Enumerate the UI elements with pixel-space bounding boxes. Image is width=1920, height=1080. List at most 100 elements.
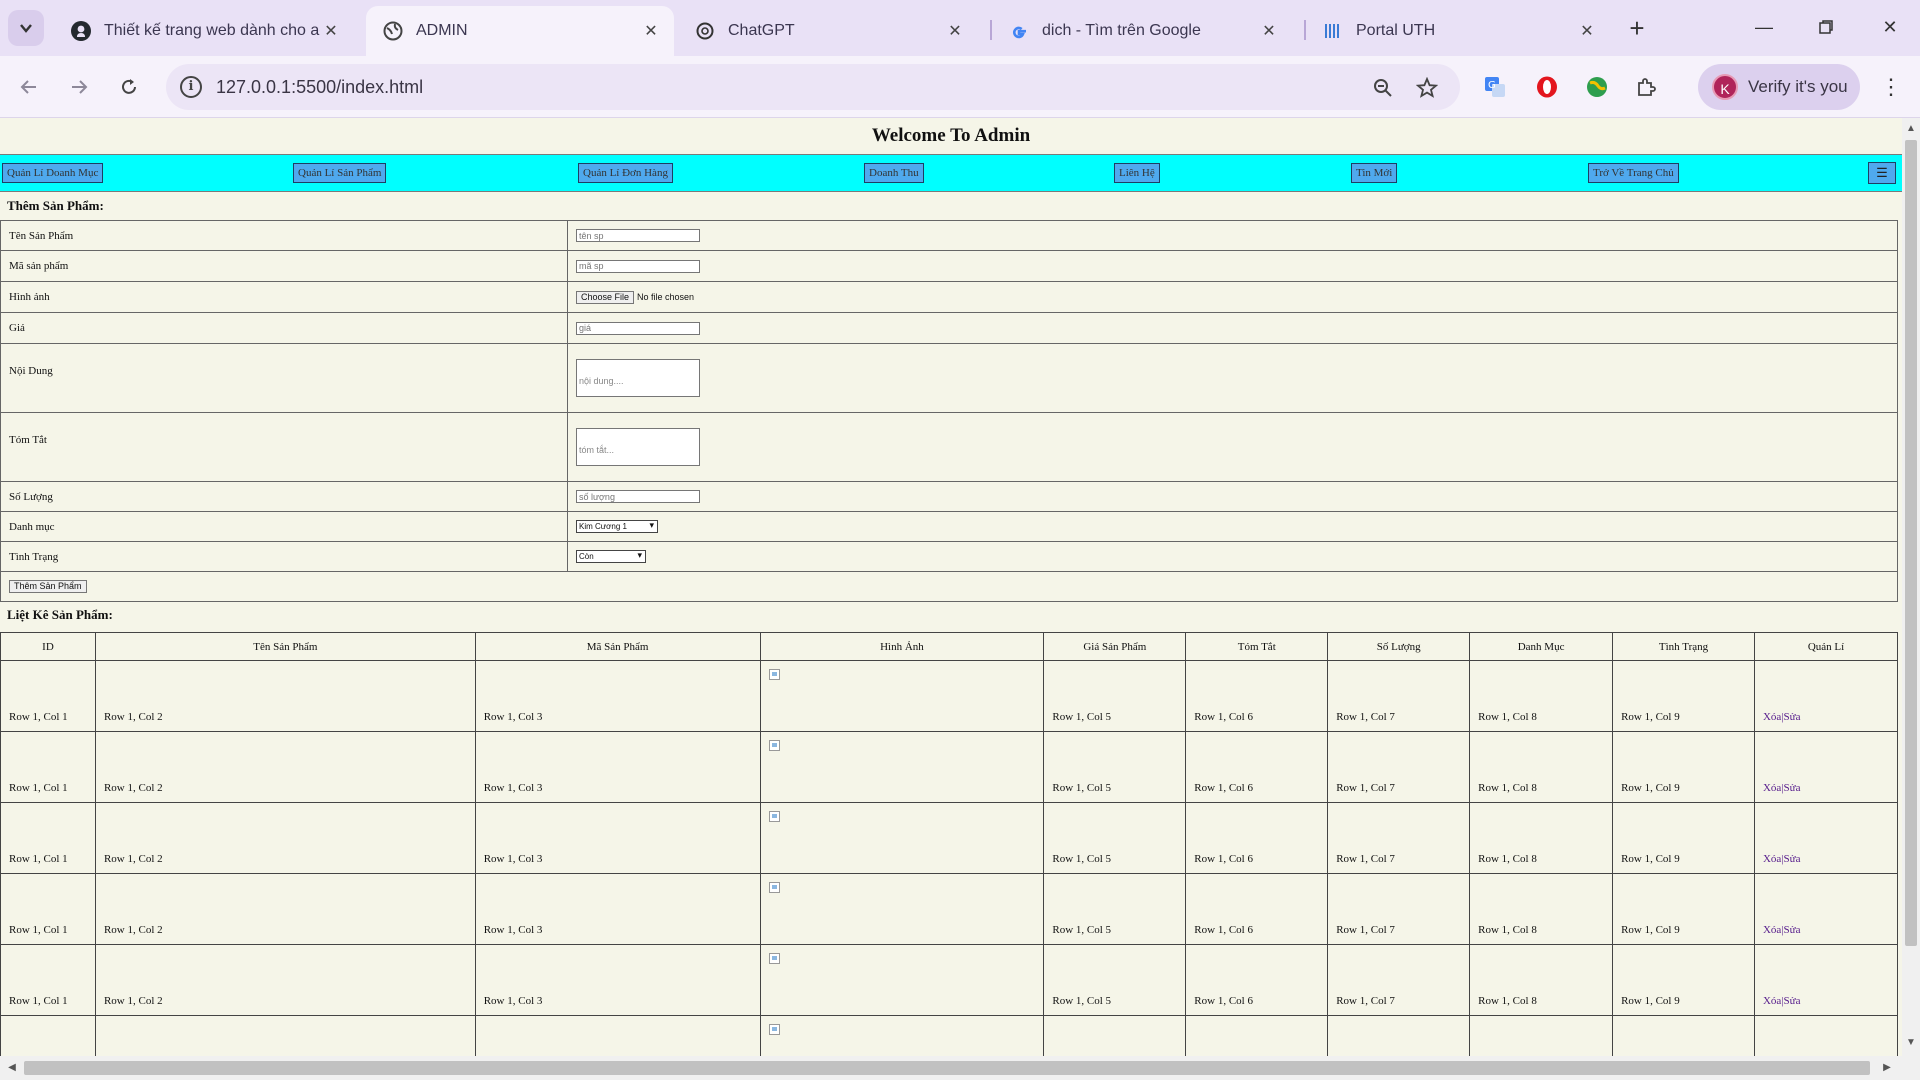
product-table-body: Row 1, Col 1 Row 1, Col 2 Row 1, Col 3 Row …: [0, 660, 1899, 1056]
actions-cell: Xóa|Sửa: [1753, 660, 1899, 732]
add-product-button[interactable]: Thêm Sản Phẩm: [9, 580, 87, 593]
edit-link[interactable]: Sửa: [1784, 711, 1801, 723]
scroll-down-arrow-icon[interactable]: ▼: [1902, 1034, 1920, 1052]
actions-cell: Xóa|Sửa: [1753, 802, 1899, 874]
table-row: Row 1, Col 1 Row 1, Col 2 Row 1, Col 3 Row …: [0, 731, 1899, 803]
tab-portal[interactable]: Portal UTH ✕: [1306, 6, 1610, 56]
delete-link[interactable]: Xóa: [1763, 853, 1781, 865]
hamburger-menu-icon[interactable]: ☰: [1868, 162, 1896, 184]
tab-chatgpt[interactable]: ChatGPT ✕: [678, 6, 978, 56]
globe-extension-icon[interactable]: [1582, 72, 1612, 102]
table-cell: Row 1, Col 6: [1185, 802, 1329, 874]
delete-link[interactable]: Xóa: [1763, 711, 1781, 723]
menu-item-home[interactable]: Trở Về Trang Chủ: [1588, 163, 1679, 183]
table-cell: Row 1, Col 3: [474, 731, 761, 803]
form-field-cell: [567, 250, 1898, 282]
table-cell: [474, 1015, 761, 1056]
form-label: Tên Sản Phẩm: [0, 220, 568, 251]
content-textarea[interactable]: nội dung....: [576, 359, 700, 397]
form-row: Danh mục Kim Cương 1 ▾: [0, 511, 1898, 542]
delete-link[interactable]: Xóa: [1763, 995, 1781, 1007]
product-name-input[interactable]: [576, 229, 700, 242]
edit-link[interactable]: Sửa: [1784, 782, 1801, 794]
product-table: ID Tên Sản Phẩm Mã Sản Phẩm Hình Ảnh Giá…: [0, 632, 1899, 1056]
tab-github[interactable]: Thiết kế trang web dành cho adm ✕: [54, 6, 354, 56]
column-header: Số Lượng: [1327, 632, 1471, 661]
extensions-puzzle-icon[interactable]: [1632, 72, 1662, 102]
opera-extension-icon[interactable]: [1532, 72, 1562, 102]
form-label: Giá: [0, 312, 568, 344]
verify-label: Verify it's you: [1748, 77, 1848, 96]
broken-image-icon: [768, 882, 780, 893]
browser-menu-icon[interactable]: ⋮: [1876, 72, 1906, 102]
table-row: Row 1, Col 1 Row 1, Col 2 Row 1, Col 3 Row …: [0, 873, 1899, 945]
image-cell: [759, 731, 1045, 803]
chatgpt-icon: [694, 20, 716, 42]
table-cell: Row 1, Col 5: [1043, 873, 1187, 945]
menu-item-news[interactable]: Tin Mới: [1351, 163, 1398, 183]
menu-item-category[interactable]: Quản Lí Doanh Mục: [2, 163, 104, 183]
table-cell: Row 1, Col 1: [0, 802, 96, 874]
form-row: Tình Trạng Còn ▾: [0, 541, 1898, 572]
chevron-down-icon: ▾: [637, 550, 642, 560]
translate-extension-icon[interactable]: G: [1480, 72, 1510, 102]
edit-link[interactable]: Sửa: [1784, 853, 1801, 865]
price-input[interactable]: [576, 321, 700, 335]
close-icon[interactable]: ✕: [1576, 20, 1598, 42]
svg-text:G: G: [1488, 80, 1496, 91]
category-select[interactable]: Kim Cương 1 ▾: [576, 520, 658, 533]
restore-icon[interactable]: [1806, 12, 1846, 42]
image-cell: [759, 802, 1045, 874]
bookmark-star-icon[interactable]: [1414, 75, 1440, 101]
menu-item-products[interactable]: Quản Lí Sản Phẩm: [293, 163, 387, 183]
form-field-cell: [567, 220, 1898, 251]
table-cell: Row 1, Col 5: [1043, 944, 1187, 1016]
table-cell: Row 1, Col 1: [0, 873, 96, 945]
close-icon[interactable]: ✕: [320, 20, 342, 42]
quantity-input[interactable]: [576, 490, 700, 503]
table-row: Row 1, Col 1 Row 1, Col 2 Row 1, Col 3 Row …: [0, 802, 1899, 874]
close-icon[interactable]: ✕: [1258, 20, 1280, 42]
profile-verify-button[interactable]: K Verify it's you: [1698, 64, 1860, 110]
close-icon[interactable]: ✕: [640, 20, 662, 42]
menu-item-revenue[interactable]: Doanh Thu: [864, 163, 924, 183]
horizontal-scroll-thumb[interactable]: [24, 1061, 1870, 1075]
reload-icon[interactable]: [112, 70, 146, 104]
choose-file-button[interactable]: Choose File: [576, 290, 635, 304]
tab-google[interactable]: dich - Tìm trên Google ✕: [992, 6, 1292, 56]
status-select[interactable]: Còn ▾: [576, 550, 646, 563]
edit-link[interactable]: Sửa: [1784, 924, 1801, 936]
minimize-icon[interactable]: —: [1744, 12, 1784, 42]
close-icon[interactable]: ✕: [944, 20, 966, 42]
menu-item-contact[interactable]: Liên Hệ: [1114, 163, 1160, 183]
back-arrow-icon[interactable]: [12, 70, 46, 104]
zoom-icon[interactable]: [1370, 75, 1396, 101]
column-header: Hình Ảnh: [759, 632, 1045, 661]
address-bar[interactable]: i 127.0.0.1:5500/index.html: [166, 64, 1460, 110]
column-header: Danh Mục: [1469, 632, 1614, 661]
site-info-icon[interactable]: i: [180, 76, 202, 98]
tab-search-button[interactable]: [8, 10, 44, 46]
forward-arrow-icon[interactable]: [62, 70, 96, 104]
edit-link[interactable]: Sửa: [1784, 995, 1801, 1007]
vertical-scrollbar[interactable]: ▲ ▼: [1902, 118, 1920, 1056]
delete-link[interactable]: Xóa: [1763, 924, 1781, 936]
actions-cell: Xóa|Sửa: [1753, 873, 1899, 945]
window-close-icon[interactable]: ✕: [1870, 12, 1910, 42]
table-cell: Row 1, Col 6: [1185, 873, 1329, 945]
product-code-input[interactable]: [576, 259, 700, 273]
horizontal-scrollbar[interactable]: ◀ ▶: [0, 1056, 1920, 1080]
delete-link[interactable]: Xóa: [1763, 782, 1781, 794]
vertical-scroll-thumb[interactable]: [1905, 140, 1917, 946]
table-cell: Row 1, Col 5: [1043, 660, 1187, 732]
tab-admin[interactable]: ADMIN ✕: [366, 6, 674, 56]
scroll-up-arrow-icon[interactable]: ▲: [1902, 120, 1920, 138]
menu-item-orders[interactable]: Quản Lí Đơn Hàng: [578, 163, 673, 183]
new-tab-button[interactable]: +: [1622, 14, 1652, 44]
scroll-left-arrow-icon[interactable]: ◀: [3, 1059, 21, 1077]
actions-cell: Xóa|Sửa: [1753, 731, 1899, 803]
scroll-right-arrow-icon[interactable]: ▶: [1878, 1059, 1896, 1077]
url-text[interactable]: 127.0.0.1:5500/index.html: [216, 77, 423, 98]
actions-cell: [1753, 1015, 1899, 1056]
summary-textarea[interactable]: tóm tắt...: [576, 428, 700, 466]
